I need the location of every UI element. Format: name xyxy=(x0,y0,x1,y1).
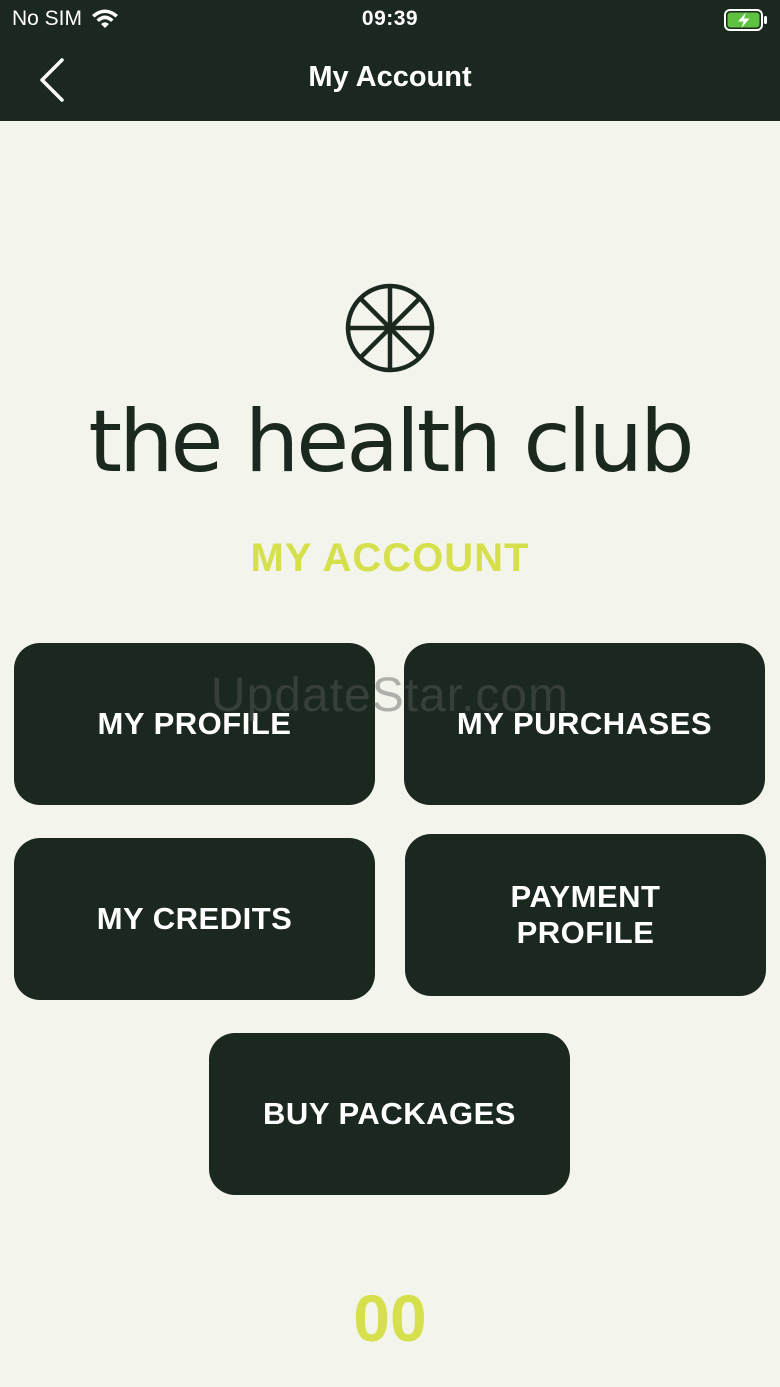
brand-name: the health club xyxy=(88,392,694,492)
buy-packages-label: BUY PACKAGES xyxy=(263,1096,516,1131)
payment-profile-label-line2: PROFILE xyxy=(516,915,655,950)
my-credits-button[interactable]: MY CREDITS xyxy=(14,838,375,1000)
payment-profile-label-line1: PAYMENT xyxy=(510,879,661,914)
section-heading: MY ACCOUNT xyxy=(250,536,530,580)
status-time: 09:39 xyxy=(361,7,419,30)
payment-profile-label: PAYMENT PROFILE xyxy=(511,879,661,951)
page-title: My Account xyxy=(308,61,472,93)
battery-charging-icon xyxy=(724,9,767,31)
buy-packages-button[interactable]: BUY PACKAGES xyxy=(209,1033,570,1195)
my-purchases-button[interactable]: MY PURCHASES xyxy=(404,643,765,805)
status-bar: No SIM 09:39 xyxy=(0,0,780,40)
navigation-bar: My Account xyxy=(0,40,780,121)
my-profile-button[interactable]: MY PROFILE xyxy=(14,643,375,805)
asterisk-circle-logo-icon xyxy=(345,283,435,373)
my-credits-label: MY CREDITS xyxy=(96,901,293,936)
my-profile-label: MY PROFILE xyxy=(97,706,292,741)
footer-counter: 00 xyxy=(353,1281,427,1355)
payment-profile-button[interactable]: PAYMENT PROFILE xyxy=(405,834,766,996)
my-purchases-label: MY PURCHASES xyxy=(456,706,713,741)
